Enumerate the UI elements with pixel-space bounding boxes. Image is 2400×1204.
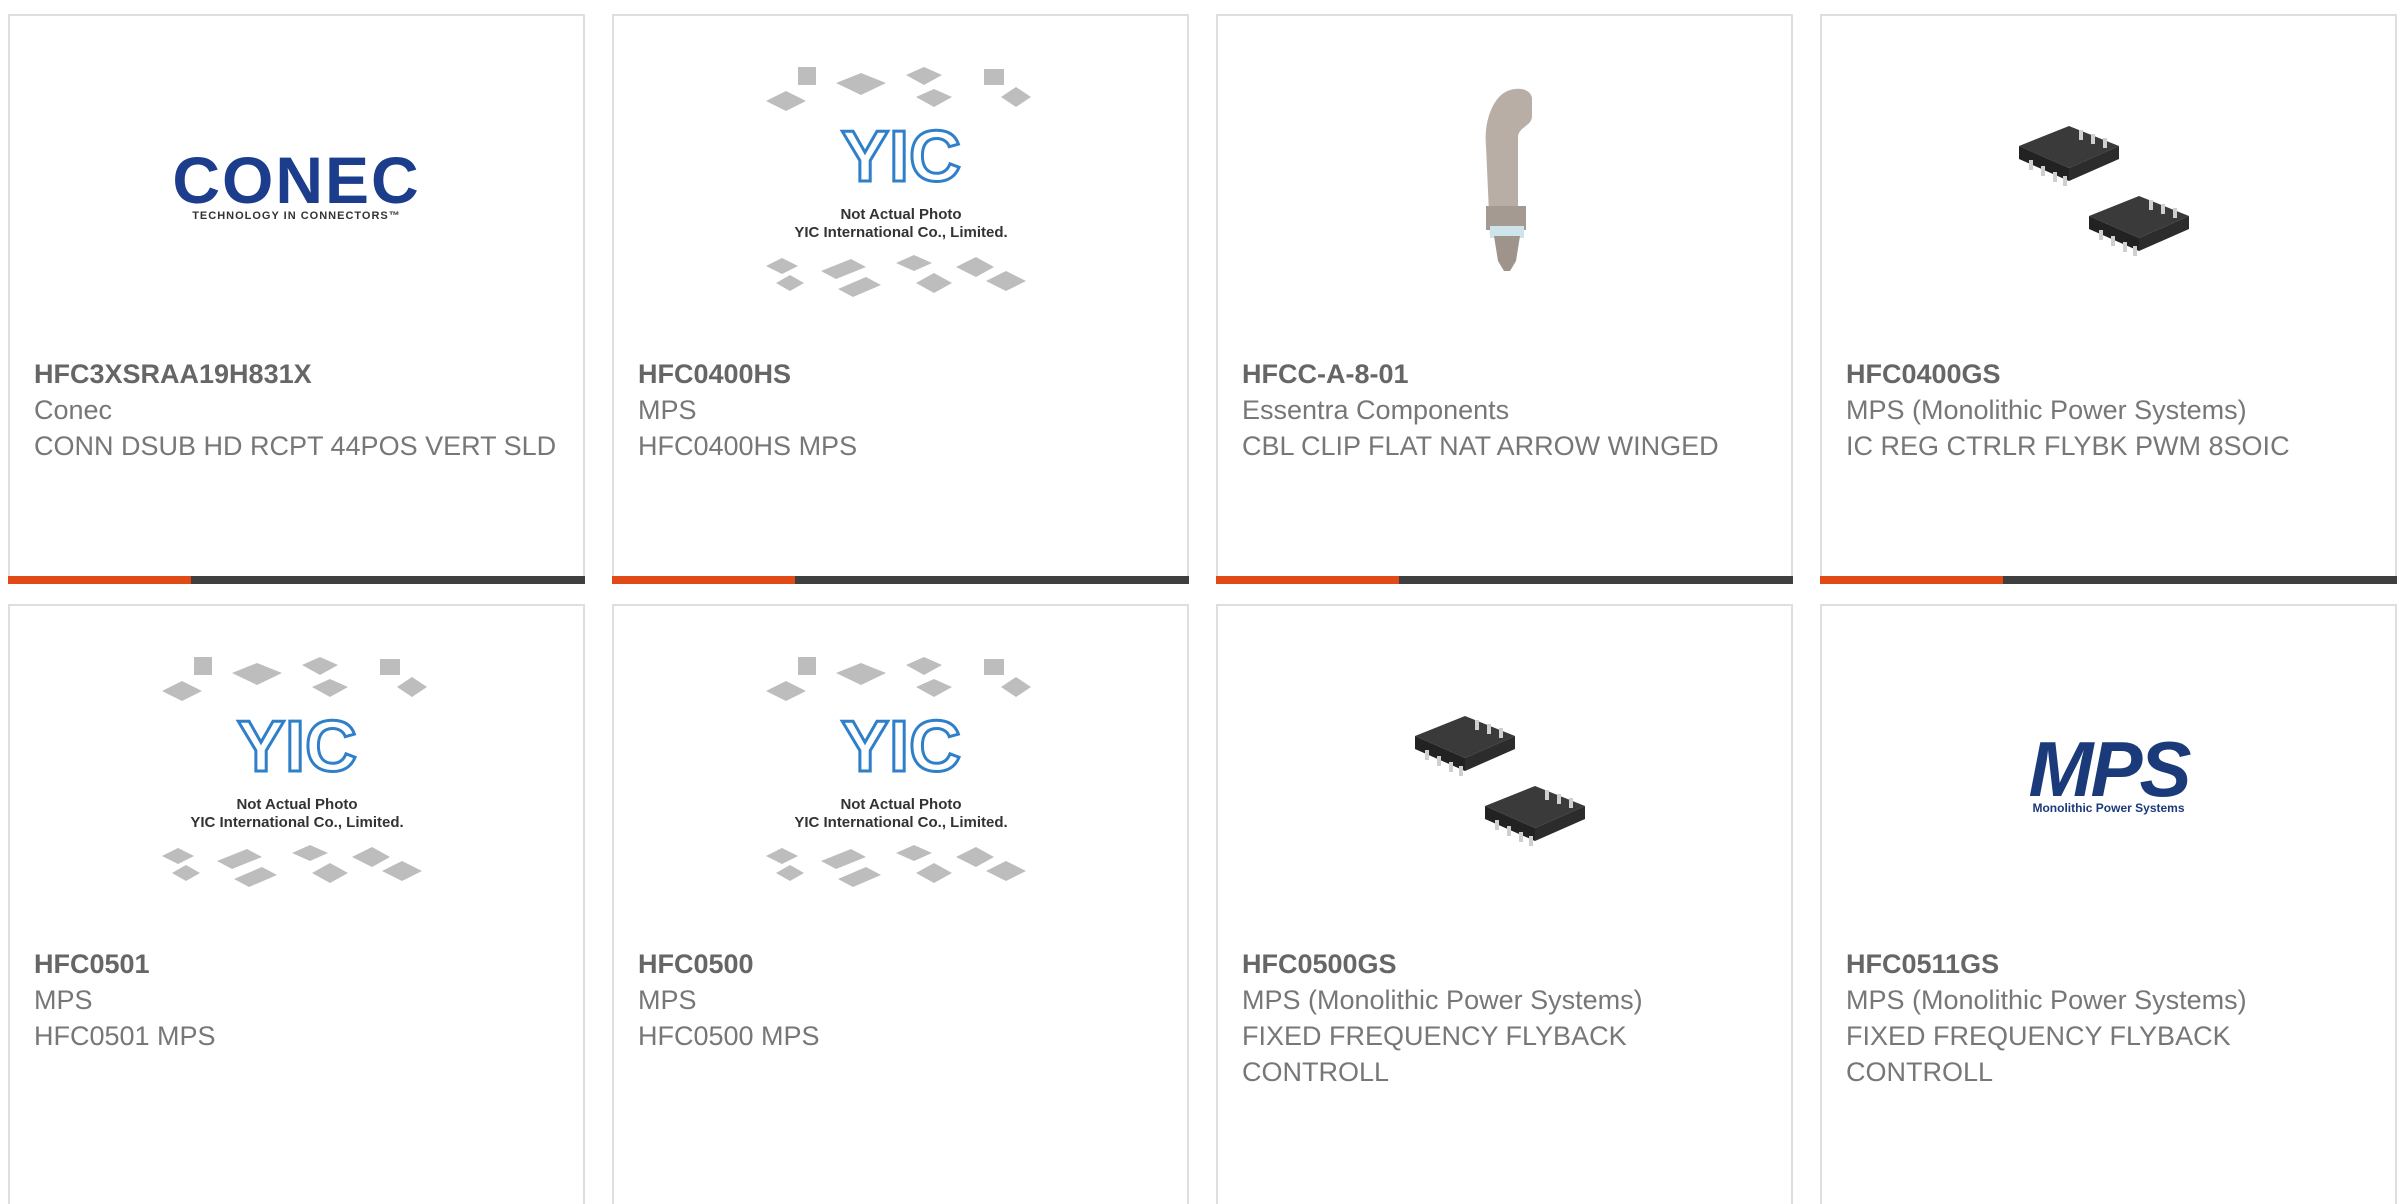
conec-logo: CONEC TECHNOLOGY IN CONNECTORS™ — [172, 143, 421, 222]
part-number[interactable]: HFC0400GS — [1846, 356, 2371, 392]
product-image[interactable]: YIC Not Actual Photo YIC International C… — [614, 16, 1187, 356]
product-image[interactable]: YIC Not Actual Photo YIC International C… — [614, 606, 1187, 946]
manufacturer: MPS (Monolithic Power Systems) — [1846, 985, 2247, 1015]
svg-text:YIC: YIC — [840, 117, 960, 197]
product-image[interactable]: MPS Monolithic Power Systems — [1822, 606, 2395, 946]
manufacturer: MPS — [638, 985, 697, 1015]
mps-logo: MPS Monolithic Power Systems — [2028, 725, 2191, 815]
description: HFC0501 MPS — [34, 1021, 216, 1051]
description: FIXED FREQUENCY FLYBACK CONTROLL — [1846, 1021, 2231, 1087]
manufacturer: Essentra Components — [1242, 395, 1510, 425]
product-card[interactable]: YIC Not Actual Photo YIC International C… — [612, 604, 1189, 1204]
manufacturer: MPS (Monolithic Power Systems) — [1846, 395, 2247, 425]
part-number[interactable]: HFC0511GS — [1846, 946, 2371, 982]
product-card[interactable]: HFC0500GS MPS (Monolithic Power Systems)… — [1216, 604, 1793, 1204]
description: CONN DSUB HD RCPT 44POS VERT SLD — [34, 431, 557, 461]
part-number[interactable]: HFC0501 — [34, 946, 559, 982]
svg-text:YIC International Co., Limited: YIC International Co., Limited. — [190, 814, 403, 831]
product-card[interactable]: HFC0400GS MPS (Monolithic Power Systems)… — [1820, 14, 2397, 584]
cable-clip-image — [1485, 88, 1532, 271]
product-image[interactable]: YIC Not Actual Photo YIC International C… — [10, 606, 583, 946]
product-image[interactable] — [1218, 606, 1791, 946]
yic-placeholder-image: YIC Not Actual Photo YIC International C… — [161, 657, 427, 887]
svg-text:YIC International Co., Limited: YIC International Co., Limited. — [794, 814, 1007, 831]
card-bottom-bar — [612, 576, 1189, 584]
description: HFC0400HS MPS — [638, 431, 858, 461]
soic-chip-image — [2018, 126, 2189, 256]
product-image[interactable]: CONEC TECHNOLOGY IN CONNECTORS™ — [10, 16, 583, 356]
manufacturer: Conec — [34, 395, 113, 425]
svg-text:Not Actual Photo: Not Actual Photo — [840, 796, 961, 813]
card-bottom-bar — [8, 576, 585, 584]
description: FIXED FREQUENCY FLYBACK CONTROLL — [1242, 1021, 1627, 1087]
part-number[interactable]: HFC0500GS — [1242, 946, 1767, 982]
card-bottom-bar — [1820, 576, 2397, 584]
description: HFC0500 MPS — [638, 1021, 820, 1051]
part-number[interactable]: HFC3XSRAA19H831X — [34, 356, 559, 392]
svg-text:YIC International Co., Limited: YIC International Co., Limited. — [794, 224, 1007, 241]
product-card[interactable]: YIC Not Actual Photo YIC International C… — [8, 604, 585, 1204]
yic-placeholder-image: YIC Not Actual Photo YIC International C… — [765, 67, 1031, 297]
product-card[interactable]: YIC Not Actual Photo YIC International C… — [612, 14, 1189, 584]
manufacturer: MPS (Monolithic Power Systems) — [1242, 985, 1643, 1015]
svg-text:YIC: YIC — [840, 707, 960, 787]
manufacturer: MPS — [638, 395, 697, 425]
description: IC REG CTRLR FLYBK PWM 8SOIC — [1846, 431, 2290, 461]
yic-placeholder-image: YIC Not Actual Photo YIC International C… — [765, 657, 1031, 887]
product-image[interactable] — [1822, 16, 2395, 356]
part-number[interactable]: HFC0400HS — [638, 356, 1163, 392]
svg-text:YIC: YIC — [236, 707, 356, 787]
card-bottom-bar — [1216, 576, 1793, 584]
soic-chip-image — [1414, 716, 1585, 846]
svg-text:Not Actual Photo: Not Actual Photo — [236, 796, 357, 813]
part-number[interactable]: HFCC-A-8-01 — [1242, 356, 1767, 392]
description: CBL CLIP FLAT NAT ARROW WINGED — [1242, 431, 1719, 461]
manufacturer: MPS — [34, 985, 93, 1015]
part-number[interactable]: HFC0500 — [638, 946, 1163, 982]
product-card[interactable]: CONEC TECHNOLOGY IN CONNECTORS™ HFC3XSRA… — [8, 14, 585, 584]
product-card[interactable]: MPS Monolithic Power Systems HFC0511GS M… — [1820, 604, 2397, 1204]
product-card[interactable]: HFCC-A-8-01 Essentra Components CBL CLIP… — [1216, 14, 1793, 584]
product-image[interactable] — [1218, 16, 1791, 356]
svg-text:Not Actual Photo: Not Actual Photo — [840, 206, 961, 223]
